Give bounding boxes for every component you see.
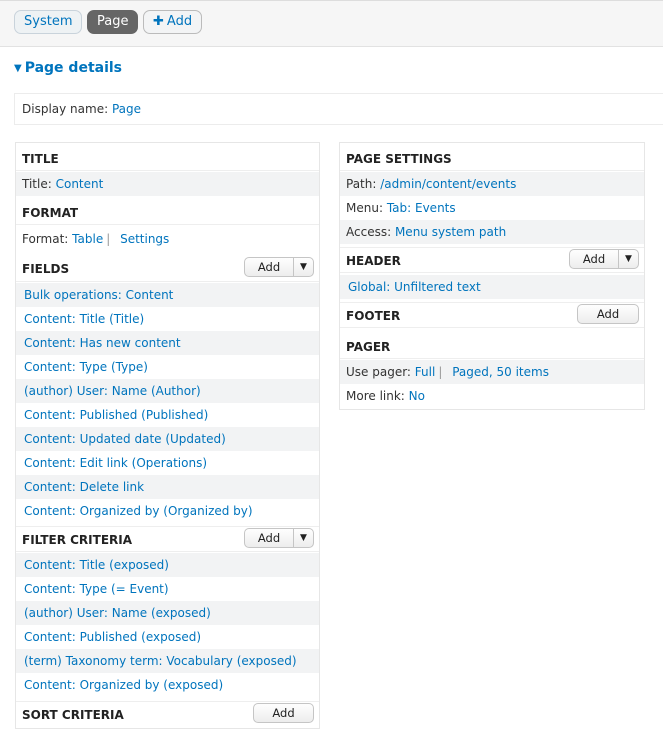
use-pager-label: Use pager: bbox=[346, 365, 411, 379]
plus-icon: ✚ bbox=[153, 14, 164, 29]
field-item[interactable]: Content: Title (Title) bbox=[16, 307, 319, 331]
format-section-heading: FORMAT bbox=[16, 201, 319, 225]
sort-add-button[interactable]: Add bbox=[253, 703, 314, 723]
use-pager-row: Use pager: Full | Paged, 50 items bbox=[340, 360, 644, 384]
tab-system[interactable]: System bbox=[14, 10, 83, 34]
filter-add-button[interactable]: Add ▼ bbox=[244, 528, 314, 548]
triangle-down-icon: ▼ bbox=[14, 63, 22, 74]
fields-add-label[interactable]: Add bbox=[245, 258, 293, 276]
format-link[interactable]: Table bbox=[72, 232, 103, 246]
format-label: Format: bbox=[22, 232, 69, 246]
filter-item[interactable]: (author) User: Name (exposed) bbox=[16, 601, 319, 625]
display-tabs-bar: System Page ✚ Add bbox=[0, 0, 663, 47]
field-item[interactable]: Bulk operations: Content bbox=[16, 283, 319, 307]
field-link[interactable]: Content: Published (Published) bbox=[24, 408, 208, 422]
header-heading-label: HEADER bbox=[346, 254, 401, 268]
page-details-heading: Page details bbox=[24, 60, 123, 76]
menu-row: Menu: Tab: Events bbox=[340, 196, 644, 220]
path-label: Path: bbox=[346, 177, 377, 191]
footer-add-button[interactable]: Add bbox=[577, 304, 639, 324]
field-link[interactable]: Content: Type (Type) bbox=[24, 360, 148, 374]
more-link-row: More link: No bbox=[340, 384, 644, 408]
menu-link[interactable]: Tab: Events bbox=[387, 201, 456, 215]
filter-item[interactable]: Content: Organized by (exposed) bbox=[16, 673, 319, 697]
filter-item[interactable]: Content: Published (exposed) bbox=[16, 625, 319, 649]
footer-heading-label: FOOTER bbox=[346, 309, 401, 323]
field-link[interactable]: Content: Organized by (Organized by) bbox=[24, 504, 253, 518]
fields-add-button[interactable]: Add ▼ bbox=[244, 257, 314, 277]
use-pager-link[interactable]: Full bbox=[415, 365, 436, 379]
header-add-label[interactable]: Add bbox=[570, 250, 618, 268]
page-settings-heading: PAGE SETTINGS bbox=[340, 147, 644, 171]
add-display-button[interactable]: ✚ Add bbox=[143, 10, 203, 34]
chevron-down-icon[interactable]: ▼ bbox=[293, 529, 313, 547]
title-section-heading: TITLE bbox=[16, 147, 319, 171]
field-item[interactable]: Content: Type (Type) bbox=[16, 355, 319, 379]
path-row: Path: /admin/content/events bbox=[340, 172, 644, 196]
page-details-toggle[interactable]: ▼ Page details bbox=[14, 60, 122, 76]
chevron-down-icon[interactable]: ▼ bbox=[618, 250, 638, 268]
filter-link[interactable]: (term) Taxonomy term: Vocabulary (expose… bbox=[24, 654, 297, 668]
filter-link[interactable]: Content: Organized by (exposed) bbox=[24, 678, 223, 692]
more-link-value[interactable]: No bbox=[409, 389, 425, 403]
field-link[interactable]: Content: Edit link (Operations) bbox=[24, 456, 207, 470]
sort-heading-label: SORT CRITERIA bbox=[22, 708, 124, 722]
separator: | bbox=[106, 232, 111, 246]
fields-heading-label: FIELDS bbox=[22, 262, 70, 276]
display-name-link[interactable]: Page bbox=[112, 102, 141, 116]
title-label: Title: bbox=[22, 177, 52, 191]
access-row: Access: Menu system path bbox=[340, 220, 644, 244]
display-name-row: Display name: Page bbox=[14, 93, 663, 125]
field-item[interactable]: (author) User: Name (Author) bbox=[16, 379, 319, 403]
filter-link[interactable]: (author) User: Name (exposed) bbox=[24, 606, 211, 620]
display-name-label: Display name: bbox=[22, 102, 109, 116]
pager-section-heading: PAGER bbox=[340, 335, 644, 359]
filter-link[interactable]: Content: Type (= Event) bbox=[24, 582, 169, 596]
field-link[interactable]: Content: Delete link bbox=[24, 480, 144, 494]
separator: | bbox=[438, 365, 443, 379]
field-link[interactable]: Content: Updated date (Updated) bbox=[24, 432, 226, 446]
filter-add-label[interactable]: Add bbox=[245, 529, 293, 547]
tab-page[interactable]: Page bbox=[87, 10, 139, 34]
path-link[interactable]: /admin/content/events bbox=[380, 177, 516, 191]
field-item[interactable]: Content: Has new content bbox=[16, 331, 319, 355]
header-item-link[interactable]: Global: Unfiltered text bbox=[348, 280, 481, 294]
add-display-label: Add bbox=[166, 14, 193, 29]
header-item[interactable]: Global: Unfiltered text bbox=[340, 275, 644, 299]
field-item[interactable]: Content: Updated date (Updated) bbox=[16, 427, 319, 451]
pager-options-link[interactable]: Paged, 50 items bbox=[452, 365, 549, 379]
title-link[interactable]: Content bbox=[56, 177, 104, 191]
access-link[interactable]: Menu system path bbox=[395, 225, 506, 239]
field-item[interactable]: Content: Organized by (Organized by) bbox=[16, 499, 319, 523]
chevron-down-icon[interactable]: ▼ bbox=[293, 258, 313, 276]
filter-item[interactable]: Content: Title (exposed) bbox=[16, 553, 319, 577]
field-link[interactable]: (author) User: Name (Author) bbox=[24, 384, 201, 398]
left-column: TITLE Title: Content FORMAT Format: Tabl… bbox=[15, 142, 320, 729]
field-link[interactable]: Content: Has new content bbox=[24, 336, 181, 350]
field-link[interactable]: Content: Title (Title) bbox=[24, 312, 144, 326]
filter-item[interactable]: Content: Type (= Event) bbox=[16, 577, 319, 601]
format-row: Format: Table | Settings bbox=[16, 227, 319, 251]
title-row: Title: Content bbox=[16, 172, 319, 196]
filter-link[interactable]: Content: Published (exposed) bbox=[24, 630, 201, 644]
field-item[interactable]: Content: Edit link (Operations) bbox=[16, 451, 319, 475]
filter-link[interactable]: Content: Title (exposed) bbox=[24, 558, 169, 572]
filter-heading-label: FILTER CRITERIA bbox=[22, 533, 133, 547]
right-column: PAGE SETTINGS Path: /admin/content/event… bbox=[339, 142, 645, 410]
access-label: Access: bbox=[346, 225, 392, 239]
filter-item[interactable]: (term) Taxonomy term: Vocabulary (expose… bbox=[16, 649, 319, 673]
field-item[interactable]: Content: Published (Published) bbox=[16, 403, 319, 427]
field-link[interactable]: Bulk operations: Content bbox=[24, 288, 173, 302]
header-add-button[interactable]: Add ▼ bbox=[569, 249, 639, 269]
field-item[interactable]: Content: Delete link bbox=[16, 475, 319, 499]
more-link-label: More link: bbox=[346, 389, 405, 403]
format-settings-link[interactable]: Settings bbox=[120, 232, 169, 246]
menu-label: Menu: bbox=[346, 201, 383, 215]
